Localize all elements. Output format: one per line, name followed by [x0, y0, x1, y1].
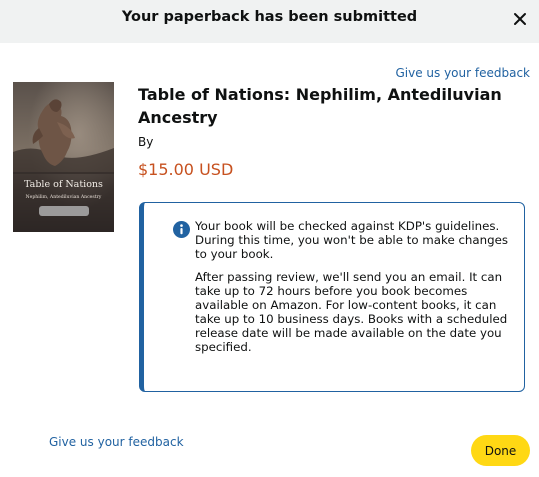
feedback-link-bottom[interactable]: Give us your feedback: [49, 435, 184, 449]
feedback-link-top[interactable]: Give us your feedback: [395, 66, 530, 80]
book-cover: Table of Nations Nephilim, Antediluvian …: [13, 82, 114, 232]
cover-author-redacted: [39, 206, 89, 216]
info-text: Your book will be checked against KDP's …: [195, 219, 515, 354]
cover-subtitle: Nephilim, Antediluvian Ancestry: [25, 195, 102, 200]
author-label: By: [138, 135, 154, 149]
submission-dialog: Your paperback has been submitted Give u…: [0, 0, 539, 477]
close-button[interactable]: [509, 8, 531, 30]
cover-title: Table of Nations: [24, 179, 103, 190]
dialog-title: Your paperback has been submitted: [121, 9, 418, 25]
info-icon: [173, 221, 190, 238]
info-paragraph-availability: After passing review, we'll send you an …: [195, 270, 508, 354]
book-title: Table of Nations: Nephilim, Antediluvian…: [138, 85, 502, 127]
book-price: $15.00 USD: [138, 160, 234, 179]
done-button[interactable]: Done: [471, 435, 530, 466]
info-paragraph-review: Your book will be checked against KDP's …: [195, 219, 509, 261]
dialog-header: Your paperback has been submitted: [0, 0, 539, 43]
close-icon: [514, 13, 526, 25]
review-info-box: Your book will be checked against KDP's …: [139, 202, 525, 392]
